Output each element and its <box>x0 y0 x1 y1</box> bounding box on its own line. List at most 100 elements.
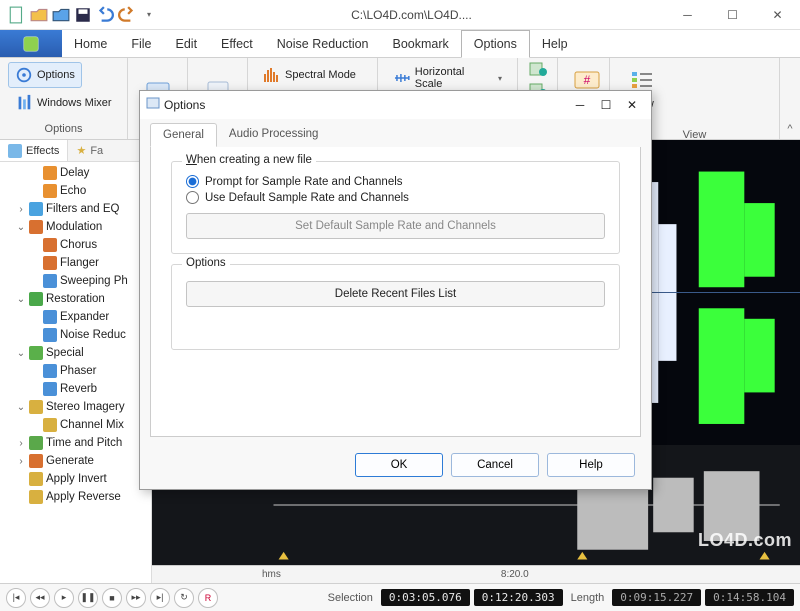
ribbon-collapse-icon[interactable]: ^ <box>780 58 800 139</box>
radio-prompt-input[interactable] <box>186 175 199 188</box>
sidebar-tab-fav-label: Fa <box>90 145 103 157</box>
tree-echo-icon <box>42 183 58 199</box>
ok-button[interactable]: OK <box>355 453 443 477</box>
tree-item-label: Reverb <box>60 383 97 395</box>
tree-expander[interactable]: Expander <box>0 308 151 326</box>
app-menu-button[interactable] <box>0 30 62 57</box>
sidebar-tab-favorites[interactable]: ★ Fa <box>68 140 111 161</box>
dialog-close-button[interactable]: ✕ <box>619 94 645 116</box>
tree-item-label: Expander <box>60 311 109 323</box>
tree-reverb-icon <box>42 381 58 397</box>
tree-twisty-icon[interactable]: › <box>16 456 26 467</box>
tree-chmix-icon <box>42 417 58 433</box>
tree-chorus[interactable]: Chorus <box>0 236 151 254</box>
tree-delay[interactable]: Delay <box>0 164 151 182</box>
ruler-t1: hms <box>262 569 281 580</box>
sidebar-tab-effects[interactable]: Effects <box>0 140 68 161</box>
menu-home[interactable]: Home <box>62 30 119 57</box>
tree-twisty-icon[interactable]: ⌄ <box>16 402 26 413</box>
tree-time-icon <box>28 435 44 451</box>
tree-special[interactable]: ⌄ Special <box>0 344 151 362</box>
tree-inv-icon <box>28 471 44 487</box>
dialog-tab-general[interactable]: General <box>150 123 217 147</box>
ribbon-small-add-icon[interactable] <box>529 62 547 79</box>
tree-restoration[interactable]: ⌄Restoration <box>0 290 151 308</box>
tree-twisty-icon[interactable]: ⌄ <box>16 294 26 305</box>
tree-phaser[interactable]: Phaser <box>0 362 151 380</box>
fieldset-options-legend: Options <box>182 257 230 269</box>
menu-file[interactable]: File <box>119 30 163 57</box>
transport-start-button[interactable]: |◂ <box>6 588 26 608</box>
transport-rewind-button[interactable]: ◂◂ <box>30 588 50 608</box>
transport-end-button[interactable]: ▸| <box>150 588 170 608</box>
tree-filters-and-eq[interactable]: ›Filters and EQ <box>0 200 151 218</box>
tree-flanger[interactable]: Flanger <box>0 254 151 272</box>
dialog-maximize-button[interactable]: ☐ <box>593 94 619 116</box>
minimize-button[interactable]: ─ <box>665 0 710 30</box>
tree-channel-mix[interactable]: Channel Mix <box>0 416 151 434</box>
qat-open-icon[interactable] <box>30 6 48 24</box>
menu-options[interactable]: Options <box>461 30 530 58</box>
horizontal-scale-label: Horizontal Scale <box>415 66 494 90</box>
tree-modulation[interactable]: ⌄Modulation <box>0 218 151 236</box>
qat-save-icon[interactable] <box>74 6 92 24</box>
tree-item-label: Special <box>46 347 84 359</box>
close-button[interactable]: ✕ <box>755 0 800 30</box>
delete-recent-button[interactable]: Delete Recent Files List <box>186 281 605 307</box>
dialog-minimize-button[interactable]: ─ <box>567 94 593 116</box>
set-default-button[interactable]: Set Default Sample Rate and Channels <box>186 213 605 239</box>
tree-twisty-icon[interactable]: › <box>16 204 26 215</box>
radio-default-input[interactable] <box>186 191 199 204</box>
tree-reverb[interactable]: Reverb <box>0 380 151 398</box>
help-button[interactable]: Help <box>547 453 635 477</box>
qat-redo-icon[interactable] <box>118 6 136 24</box>
tree-twisty-icon[interactable]: ⌄ <box>16 348 26 359</box>
tree-nr-icon <box>42 327 58 343</box>
transport-record-button[interactable]: R <box>198 588 218 608</box>
dialog-tab-audio-processing[interactable]: Audio Processing <box>217 123 331 147</box>
transport-ffwd-button[interactable]: ▸▸ <box>126 588 146 608</box>
transport-stop-button[interactable]: ■ <box>102 588 122 608</box>
status-bar: |◂ ◂◂ ▸ ❚❚ ■ ▸▸ ▸| ↻ R Selection 0:03:05… <box>0 583 800 611</box>
tree-generate[interactable]: ›Generate <box>0 452 151 470</box>
qat-dropdown-icon[interactable]: ▾ <box>140 6 158 24</box>
menu-effect[interactable]: Effect <box>209 30 265 57</box>
options-dialog: Options ─ ☐ ✕ General Audio Processing W… <box>139 90 652 490</box>
tree-special-icon <box>28 345 44 361</box>
tree-stereo-imagery[interactable]: ⌄ Stereo Imagery <box>0 398 151 416</box>
radio-prompt[interactable]: Prompt for Sample Rate and Channels <box>186 175 605 188</box>
options-button[interactable]: Options <box>8 62 82 88</box>
tree-twisty-icon[interactable]: ⌄ <box>16 222 26 233</box>
menu-bookmark[interactable]: Bookmark <box>381 30 461 57</box>
tree-item-label: Flanger <box>60 257 99 269</box>
transport-loop-button[interactable]: ↻ <box>174 588 194 608</box>
windows-mixer-button[interactable]: Windows Mixer <box>8 90 119 116</box>
qat-open2-icon[interactable] <box>52 6 70 24</box>
tree-apply-reverse[interactable]: Apply Reverse <box>0 488 151 506</box>
transport-pause-button[interactable]: ❚❚ <box>78 588 98 608</box>
qat-undo-icon[interactable] <box>96 6 114 24</box>
tree-restore-icon <box>28 291 44 307</box>
cancel-button[interactable]: Cancel <box>451 453 539 477</box>
qat-new-icon[interactable] <box>8 6 26 24</box>
maximize-button[interactable]: ☐ <box>710 0 755 30</box>
tree-sweeping-ph[interactable]: Sweeping Ph <box>0 272 151 290</box>
radio-default[interactable]: Use Default Sample Rate and Channels <box>186 191 605 204</box>
tree-apply-invert[interactable]: Apply Invert <box>0 470 151 488</box>
fieldset-new-file-legend: WWhen creating a new filehen creating a … <box>182 154 316 166</box>
menu-noise-reduction[interactable]: Noise Reduction <box>265 30 381 57</box>
menu-help[interactable]: Help <box>530 30 580 57</box>
tree-gen-icon <box>28 453 44 469</box>
spectral-mode-button[interactable]: Spectral Mode <box>256 62 363 88</box>
transport-play-button[interactable]: ▸ <box>54 588 74 608</box>
tree-twisty-icon[interactable]: › <box>16 438 26 449</box>
tree-echo[interactable]: Echo <box>0 182 151 200</box>
selection-start-readout: 0:03:05.076 <box>381 589 470 606</box>
fieldset-new-file: WWhen creating a new filehen creating a … <box>171 161 620 254</box>
tree-time-and-pitch[interactable]: ›Time and Pitch <box>0 434 151 452</box>
menu-edit[interactable]: Edit <box>164 30 210 57</box>
tree-noise-reduc[interactable]: Noise Reduc <box>0 326 151 344</box>
length-label: Length <box>571 592 605 604</box>
tree-item-label: Phaser <box>60 365 96 377</box>
tree-item-label: Stereo Imagery <box>46 401 125 413</box>
